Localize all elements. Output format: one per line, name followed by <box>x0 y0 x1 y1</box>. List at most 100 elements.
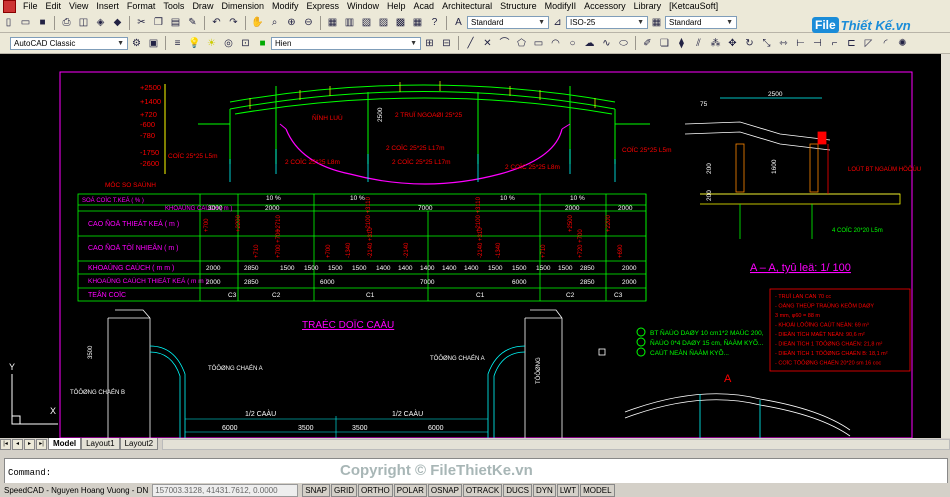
open-icon[interactable]: ▭ <box>18 15 33 30</box>
move-icon[interactable]: ✥ <box>725 36 740 51</box>
osnap-toggle[interactable]: OSNAP <box>427 483 462 497</box>
horizontal-scrollbar[interactable] <box>162 438 950 450</box>
menu-item[interactable]: Edit <box>42 0 66 13</box>
polyline-icon[interactable]: ⌒ <box>497 36 512 51</box>
text-style-select[interactable]: Standard ▼ <box>467 16 549 29</box>
pan-icon[interactable]: ✋ <box>250 15 265 30</box>
markup-icon[interactable]: ▩ <box>393 15 408 30</box>
menu-item[interactable]: Window <box>343 0 383 13</box>
menu-item[interactable]: View <box>65 0 92 13</box>
properties-icon[interactable]: ▦ <box>325 15 340 30</box>
break-icon[interactable]: ⌐ <box>827 36 842 51</box>
plot-icon[interactable]: ⎙ <box>59 15 74 30</box>
tab-prev-icon[interactable]: ◂ <box>12 438 23 450</box>
menu-item[interactable]: File <box>19 0 42 13</box>
quickcalc-icon[interactable]: ▦ <box>410 15 425 30</box>
polygon-icon[interactable]: ⬠ <box>514 36 529 51</box>
menu-item[interactable]: Format <box>123 0 160 13</box>
publish-icon[interactable]: ◈ <box>93 15 108 30</box>
menu-item[interactable]: Structure <box>496 0 541 13</box>
join-icon[interactable]: ⊏ <box>844 36 859 51</box>
zoom-previous-icon[interactable]: ⊖ <box>301 15 316 30</box>
dim-style-select[interactable]: ISO-25 ▼ <box>566 16 648 29</box>
match-properties-icon[interactable]: ✎ <box>185 15 200 30</box>
polar-toggle[interactable]: POLAR <box>393 483 427 497</box>
otrack-toggle[interactable]: OTRACK <box>462 483 503 497</box>
arc-icon[interactable]: ◠ <box>548 36 563 51</box>
tab-model[interactable]: Model <box>48 438 82 450</box>
tab-first-icon[interactable]: |◂ <box>0 438 11 450</box>
snap-toggle[interactable]: SNAP <box>302 483 331 497</box>
ellipse-icon[interactable]: ⬭ <box>616 36 631 51</box>
menu-item[interactable]: Acad <box>410 0 439 13</box>
menu-item[interactable]: Draw <box>188 0 217 13</box>
offset-icon[interactable]: ⫽ <box>691 36 706 51</box>
drawing-area[interactable]: +2500 +1400 +720 -600 -780 -1750 -2600 M… <box>0 54 941 438</box>
workspace-settings-icon[interactable]: ⚙ <box>129 36 144 51</box>
lwt-toggle[interactable]: LWT <box>556 483 580 497</box>
tab-layout2[interactable]: Layout2 <box>119 438 159 450</box>
extend-icon[interactable]: ⊣ <box>810 36 825 51</box>
sheet-set-icon[interactable]: ▨ <box>376 15 391 30</box>
zoom-realtime-icon[interactable]: ⌕ <box>267 15 282 30</box>
design-center-icon[interactable]: ▥ <box>342 15 357 30</box>
make-current-icon[interactable]: ⊞ <box>422 36 437 51</box>
mirror-icon[interactable]: ⧫ <box>674 36 689 51</box>
layer-manager-icon[interactable]: ≡ <box>170 36 185 51</box>
fillet-icon[interactable]: ◜ <box>878 36 893 51</box>
undo-icon[interactable]: ↶ <box>209 15 224 30</box>
zoom-window-icon[interactable]: ⊕ <box>284 15 299 30</box>
revcloud-icon[interactable]: ☁ <box>582 36 597 51</box>
menu-item[interactable]: Modify <box>268 0 303 13</box>
menu-item[interactable]: Tools <box>159 0 188 13</box>
construction-line-icon[interactable]: ✕ <box>480 36 495 51</box>
tool-palettes-icon[interactable]: ▧ <box>359 15 374 30</box>
menu-item[interactable]: ModifyII <box>541 0 581 13</box>
array-icon[interactable]: ⁂ <box>708 36 723 51</box>
menu-item[interactable]: Insert <box>92 0 123 13</box>
menu-item[interactable]: Help <box>383 0 410 13</box>
ducs-toggle[interactable]: DUCS <box>503 483 532 497</box>
tab-next-icon[interactable]: ▸ <box>24 438 35 450</box>
tab-last-icon[interactable]: ▸| <box>36 438 47 450</box>
menu-item[interactable]: [KetcauSoft] <box>665 0 722 13</box>
chamfer-icon[interactable]: ◸ <box>861 36 876 51</box>
line-icon[interactable]: ╱ <box>463 36 478 51</box>
workspace-select[interactable]: AutoCAD Classic ▼ <box>10 36 128 50</box>
layer-previous-icon[interactable]: ⊟ <box>439 36 454 51</box>
stretch-icon[interactable]: ⇿ <box>776 36 791 51</box>
erase-icon[interactable]: ✐ <box>640 36 655 51</box>
3d-dwf-icon[interactable]: ◆ <box>110 15 125 30</box>
ortho-toggle[interactable]: ORTHO <box>358 483 393 497</box>
copy-icon[interactable]: ❐ <box>151 15 166 30</box>
menu-item[interactable]: Architectural <box>438 0 496 13</box>
app-icon[interactable] <box>3 0 16 13</box>
trim-icon[interactable]: ⊢ <box>793 36 808 51</box>
paste-icon[interactable]: ▤ <box>168 15 183 30</box>
tab-layout1[interactable]: Layout1 <box>81 438 120 450</box>
table-style-select[interactable]: Standard ▼ <box>665 16 737 29</box>
menu-item[interactable]: Accessory <box>580 0 630 13</box>
circle-icon[interactable]: ○ <box>565 36 580 51</box>
menu-item[interactable]: Dimension <box>217 0 268 13</box>
scale-icon[interactable]: ⤡ <box>759 36 774 51</box>
rectangle-icon[interactable]: ▭ <box>531 36 546 51</box>
save-icon[interactable]: ■ <box>35 15 50 30</box>
grid-toggle[interactable]: GRID <box>331 483 358 497</box>
copy-object-icon[interactable]: ❏ <box>657 36 672 51</box>
menu-item[interactable]: Library <box>630 0 666 13</box>
my-workspace-icon[interactable]: ▣ <box>146 36 161 51</box>
dyn-toggle[interactable]: DYN <box>532 483 556 497</box>
cut-icon[interactable]: ✂ <box>134 15 149 30</box>
redo-icon[interactable]: ↷ <box>226 15 241 30</box>
layer-select[interactable]: Hien ▼ <box>271 36 421 50</box>
model-toggle[interactable]: MODEL <box>580 483 615 497</box>
help-icon[interactable]: ? <box>427 15 442 30</box>
explode-icon[interactable]: ✺ <box>895 36 910 51</box>
rotate-icon[interactable]: ↻ <box>742 36 757 51</box>
qnew-icon[interactable]: ▯ <box>1 15 16 30</box>
spline-icon[interactable]: ∿ <box>599 36 614 51</box>
menu-item[interactable]: Express <box>303 0 344 13</box>
preview-icon[interactable]: ◫ <box>76 15 91 30</box>
vertical-scrollbar[interactable] <box>941 54 950 438</box>
